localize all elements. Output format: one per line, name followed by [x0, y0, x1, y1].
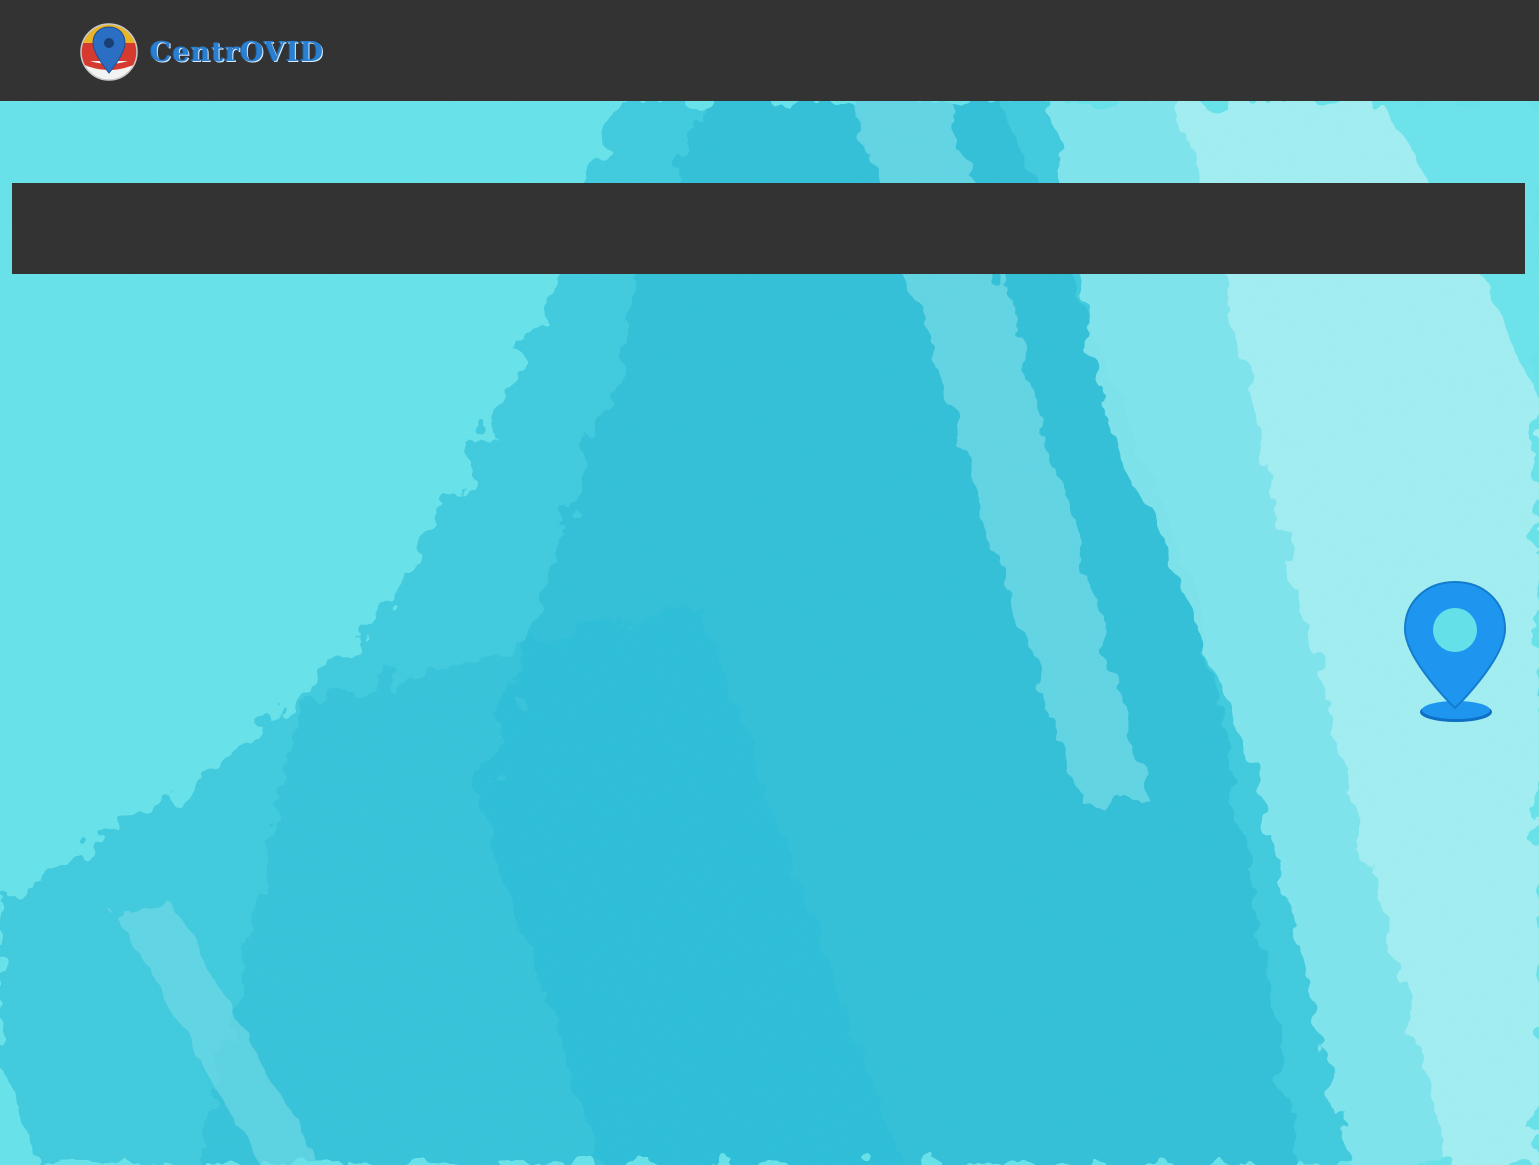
top-navbar: CentrOVID — [0, 0, 1539, 101]
hero-section — [0, 101, 1539, 1165]
map-pin-logo-icon — [80, 23, 138, 81]
location-pin-icon — [1403, 580, 1507, 722]
hero-banner — [12, 183, 1525, 274]
brand[interactable]: CentrOVID — [80, 22, 324, 82]
brand-name: CentrOVID — [150, 36, 325, 68]
